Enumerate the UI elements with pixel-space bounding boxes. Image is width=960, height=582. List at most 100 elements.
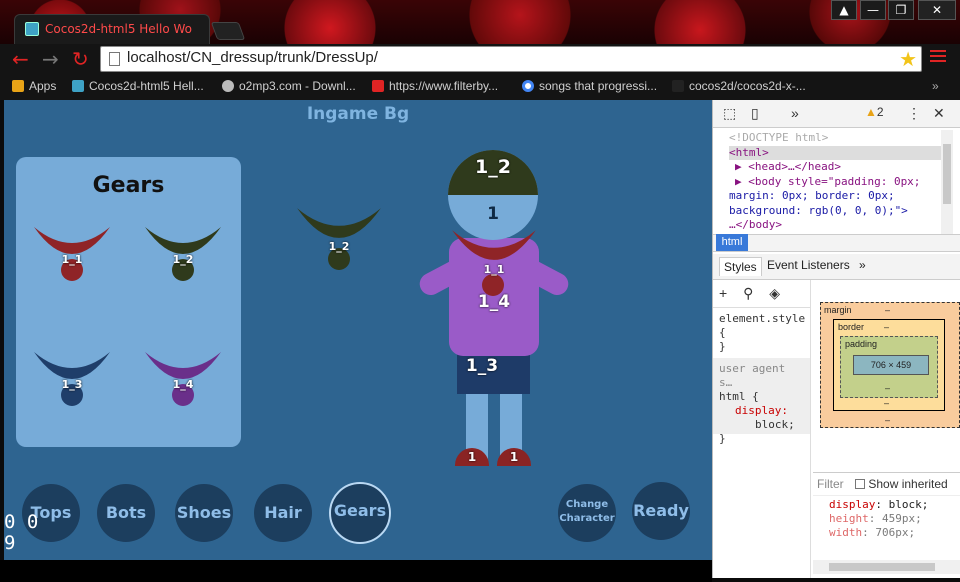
bookmark-github[interactable]: cocos2d/cocos2d-x-... — [672, 79, 806, 93]
rule-open: { — [719, 326, 726, 339]
fps-counter: 0 0 9 — [4, 512, 44, 554]
gear-label: 1_2 — [172, 253, 194, 266]
styles-pane: + ⚲ ◈ element.style { } user agent s… ht… — [713, 280, 811, 578]
color-format-icon[interactable]: ◈ — [769, 285, 780, 301]
device-mode-icon[interactable]: ▯ — [751, 105, 759, 122]
tab-styles[interactable]: Styles — [719, 257, 762, 276]
computed-filter-bar: Filter Show inherited — [813, 472, 960, 496]
devtools-toolbar: ⬚ ▯ » ▲2 ⋮ ✕ — [713, 100, 960, 128]
border-bottom: – — [884, 398, 890, 408]
gears-button[interactable]: Gears — [329, 482, 391, 544]
bookmark-apps[interactable]: Apps — [12, 79, 56, 93]
window-titlebar: Cocos2d-html5 Hello Wo ▲ — ❐ ✕ — [0, 0, 960, 44]
warning-count: 2 — [876, 105, 884, 119]
dom-html-node[interactable]: <html> — [729, 145, 941, 160]
bots-button[interactable]: Bots — [97, 484, 155, 542]
pin-icon[interactable]: ⚲ — [743, 285, 753, 301]
hair-button[interactable]: Hair — [254, 484, 312, 542]
computed-properties: display: block; height: 459px; width: 70… — [829, 498, 928, 540]
gear-item-1-1[interactable]: 1_1 — [32, 225, 112, 289]
devtools-menu-icon[interactable]: ⋮ — [907, 105, 921, 122]
dom-scrollbar[interactable] — [941, 130, 953, 234]
inspect-element-icon[interactable]: ⬚ — [723, 105, 736, 122]
box-margin: margin – border – padding 706 × 459 – – … — [820, 302, 960, 428]
tabs-overflow-icon[interactable]: » — [859, 258, 866, 272]
gear-item-1-2[interactable]: 1_2 — [143, 225, 223, 289]
show-inherited-label: Show inherited — [868, 477, 948, 491]
change-character-button[interactable]: Change Character — [558, 484, 616, 542]
new-rule-icon[interactable]: + — [719, 285, 727, 301]
margin-label: margin — [824, 305, 852, 315]
shoe-left-label: 1 — [467, 450, 477, 464]
browser-menu-icon[interactable] — [930, 50, 946, 64]
show-inherited-checkbox[interactable] — [855, 479, 865, 489]
gear-label: 1_2 — [328, 240, 350, 253]
breadcrumb-bar — [713, 234, 960, 252]
address-bar[interactable]: localhost/CN_dressup/trunk/DressUp/ ★ — [100, 46, 922, 72]
computed-prop: width — [829, 526, 863, 539]
more-panels-icon[interactable]: » — [791, 105, 799, 121]
ua-source: user agent s… — [719, 362, 786, 389]
gear-item-1-4[interactable]: 1_4 — [143, 350, 223, 414]
tab-event-listeners[interactable]: Event Listeners — [767, 258, 850, 272]
breadcrumb-html[interactable]: html — [716, 234, 748, 251]
fps-line-1: 0 0 — [4, 511, 39, 533]
game-canvas[interactable]: Ingame Bg Gears 1_1 1_2 1_3 1_4 1_2 1 1 … — [4, 100, 712, 560]
computed-value: 459px; — [882, 512, 922, 525]
browser-tab[interactable]: Cocos2d-html5 Hello Wo — [14, 14, 210, 44]
box-content: 706 × 459 — [853, 355, 929, 375]
margin-top: – — [885, 305, 891, 315]
filter-input[interactable]: Filter — [817, 477, 844, 491]
shoes-button[interactable]: Shoes — [175, 484, 233, 542]
profile-button[interactable]: ▲ — [831, 0, 857, 20]
ua-prop: display: — [735, 404, 788, 417]
ready-button[interactable]: Ready — [632, 482, 690, 540]
google-icon — [522, 80, 534, 92]
dom-body-node[interactable]: ▶ <body style="padding: 0px; — [729, 175, 941, 190]
show-inherited-toggle[interactable]: Show inherited — [855, 477, 948, 491]
maximize-button[interactable]: ❐ — [888, 0, 914, 20]
bookmark-o2mp3[interactable]: o2mp3.com - Downl... — [222, 79, 356, 93]
computed-row: height: 459px; — [829, 512, 922, 525]
back-arrow-icon[interactable]: ← — [12, 49, 29, 69]
rule-selector: element.style — [719, 312, 806, 325]
box-model: margin – border – padding 706 × 459 – – … — [813, 280, 960, 450]
gear-label: 1_4 — [172, 378, 194, 391]
bottom-label: 1_3 — [465, 356, 499, 376]
close-window-button[interactable]: ✕ — [918, 0, 956, 20]
bookmark-cocos[interactable]: Cocos2d-html5 Hell... — [72, 79, 204, 93]
fb-icon — [372, 80, 384, 92]
dom-head-node[interactable]: ▶ <head>…</head> — [729, 160, 941, 175]
bookmark-label: cocos2d/cocos2d-x-... — [689, 79, 806, 93]
dragged-gear-1-2[interactable]: 1_2 — [294, 206, 384, 272]
forward-arrow-icon[interactable]: → — [42, 49, 59, 69]
bookmark-songs[interactable]: songs that progressi... — [522, 79, 657, 93]
bookmarks-overflow-icon[interactable]: » — [932, 79, 939, 93]
dom-body-attr-1: margin: 0px; border: 0px; — [729, 189, 895, 202]
reload-icon[interactable]: ↻ — [72, 49, 89, 69]
panel-title: Gears — [92, 173, 165, 198]
bookmark-filterby[interactable]: https://www.filterby... — [372, 79, 498, 93]
devtools-close-icon[interactable]: ✕ — [933, 105, 945, 122]
bookmark-label: https://www.filterby... — [389, 79, 499, 93]
padding-bottom: – — [885, 383, 891, 393]
bookmark-star-icon[interactable]: ★ — [899, 47, 917, 71]
bookmark-label: songs that progressi... — [539, 79, 658, 93]
warning-icon: ▲ — [865, 105, 877, 119]
warnings-badge[interactable]: ▲2 — [865, 105, 884, 119]
computed-scrollbar[interactable] — [813, 560, 960, 574]
box-padding: padding 706 × 459 – — [840, 336, 938, 398]
new-tab-button[interactable] — [210, 22, 246, 40]
dom-tree: <!DOCTYPE html> <html> ▶ <head>…</head> … — [713, 128, 941, 236]
gear-item-1-3[interactable]: 1_3 — [32, 350, 112, 414]
box-border: border – padding 706 × 459 – – — [833, 319, 945, 411]
minimize-button[interactable]: — — [860, 0, 886, 20]
bookmark-label: Apps — [29, 79, 57, 93]
bookmarks-bar: Apps Cocos2d-html5 Hell... o2mp3.com - D… — [0, 74, 960, 100]
border-top: – — [884, 322, 890, 332]
ua-selector: html { — [719, 390, 759, 403]
page-bottom-area — [0, 560, 712, 582]
cocos-icon — [72, 80, 84, 92]
dom-doctype: <!DOCTYPE html> — [729, 131, 829, 144]
address-url[interactable]: localhost/CN_dressup/trunk/DressUp/ — [127, 49, 378, 66]
